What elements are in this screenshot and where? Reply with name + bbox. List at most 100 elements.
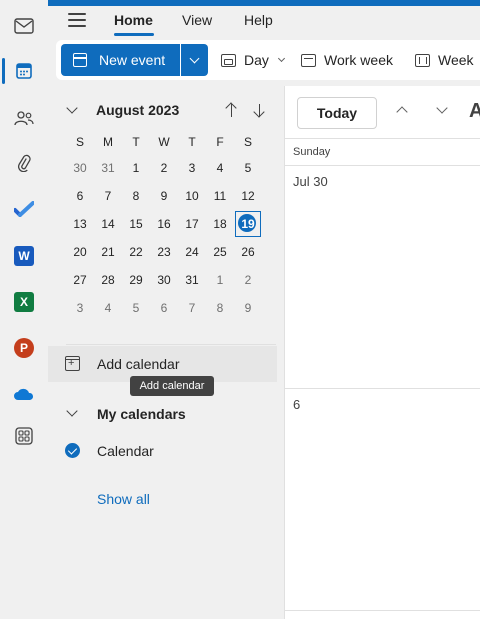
- mini-calendar-day[interactable]: 30: [66, 154, 94, 182]
- mini-calendar-day[interactable]: 17: [178, 210, 206, 238]
- mini-calendar-day[interactable]: 21: [94, 238, 122, 266]
- mini-calendar-day[interactable]: 28: [94, 266, 122, 294]
- mini-calendar-day[interactable]: 15: [122, 210, 150, 238]
- left-pane: August 2023 SMTWTFS 30 31 1 2 3 4 5 6 7 8 9 10 11 12 1…: [48, 86, 284, 619]
- rail-mail[interactable]: [6, 8, 42, 44]
- rail-calendar[interactable]: [6, 53, 42, 89]
- mini-calendar-day[interactable]: 6: [66, 182, 94, 210]
- mini-calendar-day[interactable]: 7: [94, 182, 122, 210]
- week-view-icon: [415, 53, 430, 67]
- mini-calendar-day[interactable]: 31: [94, 154, 122, 182]
- ribbon-tabs: Home View Help: [48, 6, 480, 36]
- today-button[interactable]: Today: [297, 97, 377, 129]
- chevron-down-icon: [189, 53, 200, 63]
- mini-calendar-day[interactable]: 22: [122, 238, 150, 266]
- mini-calendar-day[interactable]: 8: [206, 294, 234, 322]
- mini-calendar-header: August 2023: [60, 102, 270, 122]
- mini-calendar-today[interactable]: 19: [234, 210, 262, 238]
- mini-calendar-day[interactable]: 31: [178, 266, 206, 294]
- mini-calendar-day[interactable]: 24: [178, 238, 206, 266]
- mini-calendar-day[interactable]: 1: [206, 266, 234, 294]
- mini-calendar-day[interactable]: 23: [150, 238, 178, 266]
- day-number: 13: [73, 217, 87, 231]
- rail-files[interactable]: [6, 145, 42, 181]
- rail-word[interactable]: W: [6, 238, 42, 274]
- day-number: 1: [216, 273, 224, 287]
- mini-calendar-day[interactable]: 27: [66, 266, 94, 294]
- calendar-checked-icon[interactable]: [65, 443, 80, 458]
- mini-calendar-day[interactable]: 2: [234, 266, 262, 294]
- mini-calendar-day[interactable]: 10: [178, 182, 206, 210]
- mini-calendar-day[interactable]: 13: [66, 210, 94, 238]
- view-day-button[interactable]: Day: [221, 44, 285, 76]
- mini-calendar-day[interactable]: 5: [234, 154, 262, 182]
- rail-onedrive[interactable]: [6, 376, 42, 412]
- my-calendars-chevron-icon[interactable]: [66, 405, 78, 417]
- mini-calendar-day[interactable]: 20: [66, 238, 94, 266]
- day-number: 21: [101, 245, 115, 259]
- tooltip: Add calendar: [130, 376, 214, 396]
- calendar-list-item[interactable]: Calendar: [97, 443, 154, 459]
- mini-calendar-day[interactable]: 9: [150, 182, 178, 210]
- cell-date: 6: [293, 397, 301, 412]
- day-number: 31: [185, 273, 199, 287]
- mini-calendar-day[interactable]: 30: [150, 266, 178, 294]
- tab-view[interactable]: View: [182, 12, 212, 28]
- mini-calendar-day[interactable]: 1: [122, 154, 150, 182]
- day-number: 2: [160, 161, 168, 175]
- mini-calendar-day[interactable]: 18: [206, 210, 234, 238]
- rail-powerpoint[interactable]: P: [6, 330, 42, 366]
- mini-calendar-day[interactable]: 5: [122, 294, 150, 322]
- mini-calendar-day[interactable]: 8: [122, 182, 150, 210]
- previous-month-arrow-icon[interactable]: [224, 102, 240, 120]
- mini-calendar-day[interactable]: 9: [234, 294, 262, 322]
- next-period-chevron-icon[interactable]: [436, 102, 448, 114]
- day-number: 20: [73, 245, 87, 259]
- mini-calendar-day[interactable]: 29: [122, 266, 150, 294]
- mini-calendar-day[interactable]: 25: [206, 238, 234, 266]
- view-week-label: Week: [438, 52, 474, 68]
- mini-calendar-day[interactable]: 16: [150, 210, 178, 238]
- day-number: 4: [216, 161, 224, 175]
- show-all-link[interactable]: Show all: [97, 491, 150, 507]
- mini-calendar-day[interactable]: 14: [94, 210, 122, 238]
- new-event-button[interactable]: New event: [61, 44, 180, 76]
- rail-active-indicator: [2, 58, 5, 84]
- month-day-cell[interactable]: Jul 30: [285, 166, 480, 389]
- mini-calendar-day[interactable]: 7: [178, 294, 206, 322]
- day-number: 29: [129, 273, 143, 287]
- tab-help[interactable]: Help: [244, 12, 273, 28]
- day-number: 12: [241, 189, 255, 203]
- mini-calendar-day[interactable]: 6: [150, 294, 178, 322]
- my-calendars-heading[interactable]: My calendars: [97, 406, 186, 422]
- mini-calendar-month[interactable]: August 2023: [96, 102, 179, 118]
- rail-people[interactable]: [6, 100, 42, 136]
- hamburger-menu-icon[interactable]: [68, 13, 86, 27]
- mini-calendar-day[interactable]: 4: [206, 154, 234, 182]
- rail-todo[interactable]: [6, 191, 42, 227]
- calendar-grid: Today A Sunday Jul 30 6: [284, 86, 480, 619]
- mini-calendar-day[interactable]: 3: [178, 154, 206, 182]
- collapse-chevron-icon[interactable]: [66, 102, 78, 114]
- new-event-dropdown[interactable]: [181, 44, 208, 76]
- next-month-arrow-icon[interactable]: [252, 102, 268, 120]
- day-number: 7: [104, 189, 112, 203]
- tab-home[interactable]: Home: [114, 12, 153, 28]
- mini-calendar-day[interactable]: 26: [234, 238, 262, 266]
- rail-more-apps[interactable]: [6, 418, 42, 454]
- mini-calendar-day[interactable]: 11: [206, 182, 234, 210]
- day-number: 11: [213, 189, 227, 203]
- month-day-cell[interactable]: 6: [285, 389, 480, 611]
- rail-excel[interactable]: X: [6, 284, 42, 320]
- view-week-button[interactable]: Week: [415, 44, 474, 76]
- previous-period-chevron-icon[interactable]: [396, 106, 408, 118]
- weekday-label: M: [103, 135, 113, 149]
- day-number: 10: [185, 189, 199, 203]
- mini-calendar-day[interactable]: 12: [234, 182, 262, 210]
- mini-calendar-day[interactable]: 3: [66, 294, 94, 322]
- powerpoint-icon: P: [14, 338, 34, 358]
- view-work-week-button[interactable]: Work week: [301, 44, 393, 76]
- mini-calendar-day[interactable]: 4: [94, 294, 122, 322]
- mini-calendar-day[interactable]: 2: [150, 154, 178, 182]
- divider: [66, 344, 276, 345]
